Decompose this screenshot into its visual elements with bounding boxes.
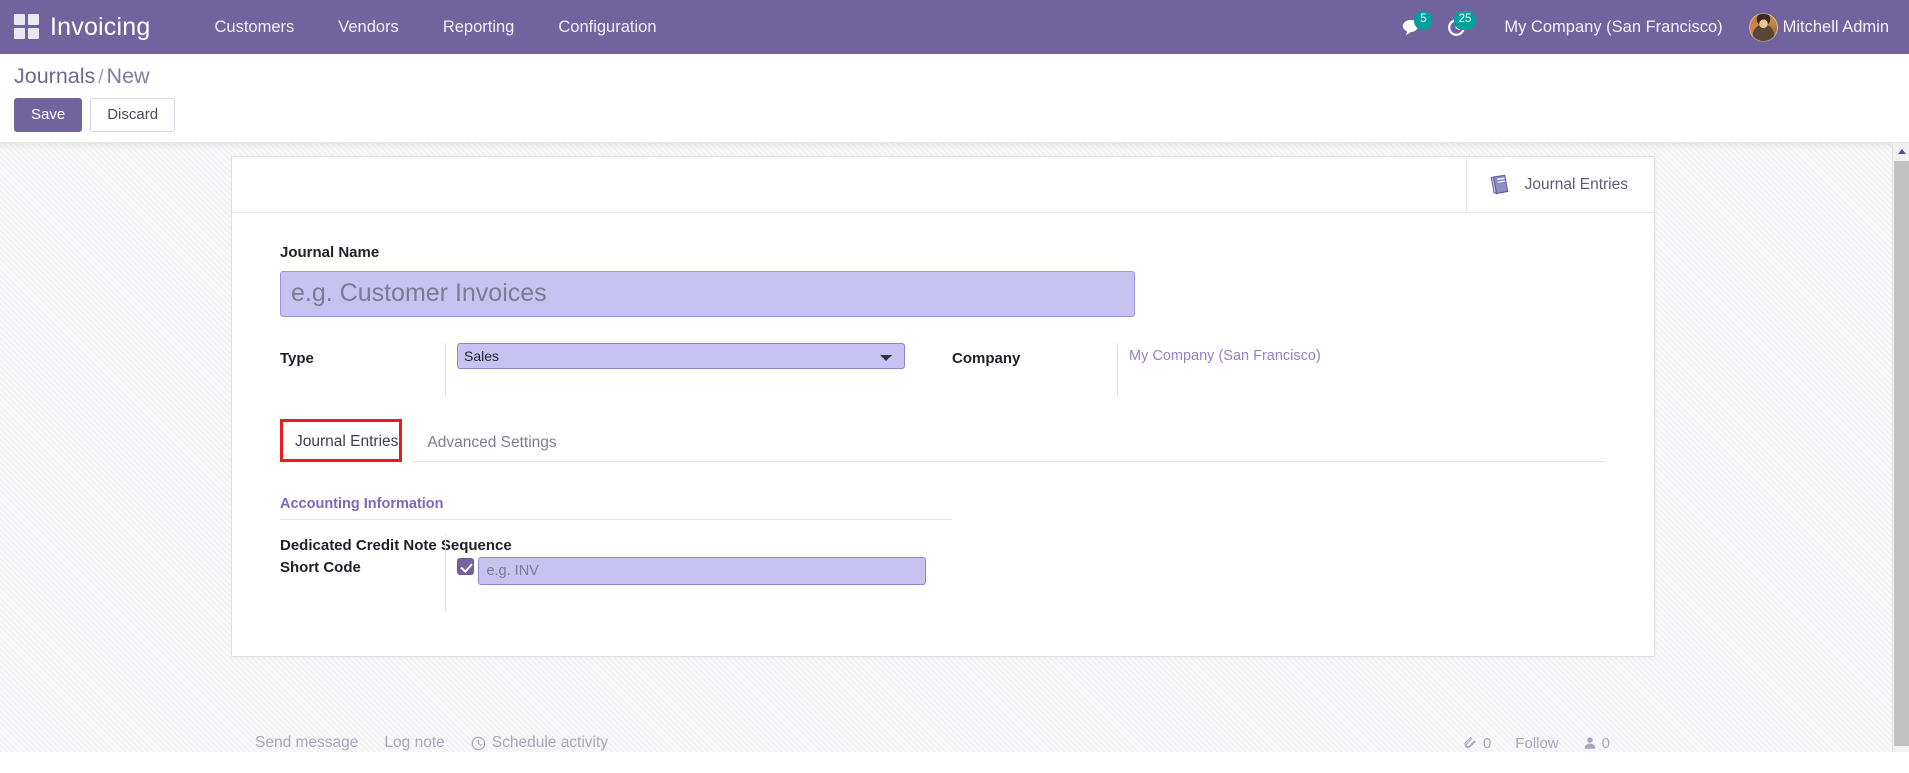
activities-badge-count: 25	[1453, 11, 1477, 30]
navbar-right-tools: 5 25 My Company (San Francisco) Mitchell…	[1390, 0, 1895, 54]
chatter: Send message Log note Schedule activity …	[231, 721, 1655, 752]
breadcrumb: Journals / New	[14, 64, 1909, 98]
company-value-cell: My Company (San Francisco)	[1117, 342, 1321, 397]
vertical-scrollbar[interactable]	[1892, 143, 1909, 753]
tab-advanced-settings[interactable]: Advanced Settings	[413, 426, 570, 462]
notebook-tabs: Journal Entries Advanced Settings	[280, 418, 1606, 462]
tab-journal-entries[interactable]: Journal Entries	[280, 423, 414, 462]
type-label: Type	[280, 349, 314, 367]
smart-button-journal-entries[interactable]: Journal Entries	[1465, 157, 1654, 213]
followers-count[interactable]: 0	[1583, 735, 1610, 752]
field-journal-name: Journal Name	[280, 243, 1606, 317]
company-label: Company	[952, 349, 1021, 367]
menu-item-configuration[interactable]: Configuration	[536, 10, 678, 45]
dedicated-credit-note-sequence-label: Dedicated Credit Note Sequence	[280, 536, 512, 554]
user-menu[interactable]: Mitchell Admin	[1739, 9, 1895, 46]
scrollbar-thumb[interactable]	[1894, 161, 1909, 747]
messages-icon[interactable]: 5	[1390, 10, 1434, 44]
apps-grid-square	[28, 28, 39, 39]
attachment-count-value: 0	[1482, 734, 1492, 752]
type-select[interactable]: Sales Purchase Cash Bank Miscellaneous	[457, 342, 905, 369]
group-title-accounting-information: Accounting Information	[280, 496, 952, 520]
short-code-input[interactable]	[478, 556, 927, 585]
form-body: Journal Name Type Sales Purchase Cash Ba…	[232, 213, 1654, 655]
content-top-shadow	[0, 143, 1909, 152]
accounting-information-rows: Dedicated Credit Note Sequence Short Cod…	[280, 533, 952, 612]
user-avatar	[1748, 12, 1778, 42]
chatter-meta: 0 Follow 0	[1464, 735, 1655, 752]
journal-name-label: Journal Name	[280, 244, 380, 262]
breadcrumb-separator: /	[98, 67, 104, 88]
accounting-values-cell	[445, 533, 952, 612]
paperclip-icon	[1464, 736, 1476, 749]
attachment-count[interactable]: 0	[1464, 735, 1491, 752]
menu-item-vendors[interactable]: Vendors	[316, 10, 421, 45]
smart-button-bar: Journal Entries	[232, 157, 1654, 214]
log-note-button[interactable]: Log note	[384, 734, 444, 752]
company-label-cell: Company	[952, 343, 1117, 369]
apps-grid-square	[14, 28, 25, 39]
apps-grid-square	[28, 14, 39, 25]
company-switcher[interactable]: My Company (San Francisco)	[1488, 10, 1738, 45]
menu-item-customers[interactable]: Customers	[192, 10, 316, 45]
follow-button[interactable]: Follow	[1515, 735, 1558, 752]
record-action-buttons: Save Discard	[14, 98, 1909, 142]
chatter-actions: Send message Log note Schedule activity	[231, 734, 608, 752]
top-navbar: Invoicing Customers Vendors Reporting Co…	[0, 0, 1909, 54]
person-icon	[1584, 737, 1596, 750]
control-panel: Journals / New Save Discard	[0, 54, 1909, 143]
smart-button-label: Journal Entries	[1524, 175, 1628, 193]
schedule-activity-button[interactable]: Schedule activity	[471, 734, 608, 752]
apps-grid-square	[14, 14, 25, 25]
menu-item-reporting[interactable]: Reporting	[421, 10, 537, 45]
app-brand-title[interactable]: Invoicing	[50, 13, 150, 42]
schedule-activity-label: Schedule activity	[491, 734, 609, 752]
save-button[interactable]: Save	[14, 98, 83, 133]
accounting-labels-cell: Dedicated Credit Note Sequence Short Cod…	[280, 534, 512, 579]
field-company: Company My Company (San Francisco)	[952, 342, 1321, 397]
clock-icon	[471, 736, 486, 751]
messages-badge-count: 5	[1414, 11, 1433, 30]
user-name-label: Mitchell Admin	[1782, 17, 1889, 36]
journal-name-input[interactable]	[280, 270, 1135, 317]
scroll-up-arrow-icon[interactable]	[1893, 143, 1909, 161]
followers-count-value: 0	[1601, 734, 1610, 752]
apps-grid-icon[interactable]	[14, 14, 40, 40]
send-message-button[interactable]: Send message	[255, 734, 358, 752]
clock-activity-icon[interactable]: 25	[1434, 10, 1478, 44]
type-label-cell: Type	[280, 343, 445, 369]
type-company-row: Type Sales Purchase Cash Bank Miscellane…	[280, 342, 1606, 397]
discard-button[interactable]: Discard	[90, 98, 176, 133]
breadcrumb-journals[interactable]: Journals	[14, 64, 95, 88]
dedicated-credit-note-sequence-checkbox[interactable]	[457, 557, 474, 575]
company-value: My Company (San Francisco)	[1129, 347, 1321, 364]
breadcrumb-current: New	[106, 64, 150, 88]
main-menu: Customers Vendors Reporting Configuratio…	[192, 10, 678, 45]
content-area: Journal Entries Journal Name Type Sales	[0, 142, 1909, 753]
field-type: Type Sales Purchase Cash Bank Miscellane…	[280, 342, 952, 397]
form-sheet: Journal Entries Journal Name Type Sales	[231, 156, 1655, 657]
type-value-cell: Sales Purchase Cash Bank Miscellaneous	[445, 342, 905, 397]
short-code-label: Short Code	[280, 558, 361, 576]
book-icon	[1489, 173, 1512, 196]
